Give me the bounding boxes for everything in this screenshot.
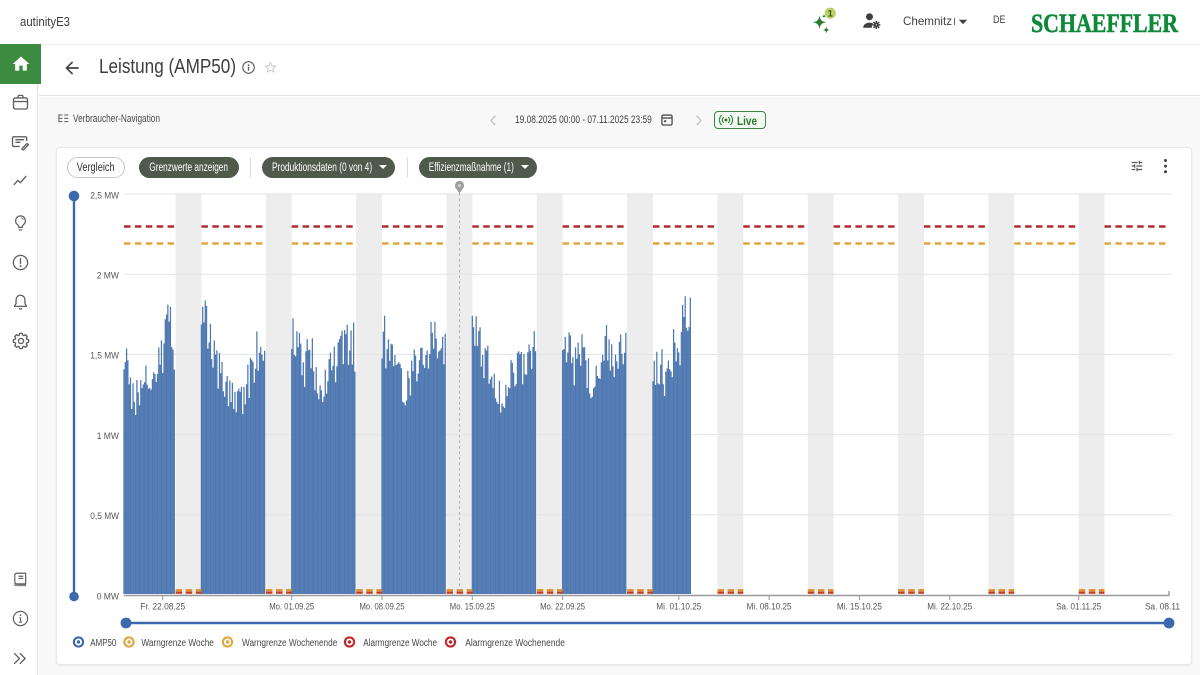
svg-text:0 MW: 0 MW [97,591,119,602]
svg-text:Alarmgrenze Wochenende: Alarmgrenze Wochenende [465,638,565,649]
svg-text:Alarmgrenze Woche: Alarmgrenze Woche [363,638,437,649]
svg-text:2 MW: 2 MW [97,271,119,282]
svg-text:Fr. 22.08.25: Fr. 22.08.25 [140,602,185,613]
svg-text:Mi. 08.10.25: Mi. 08.10.25 [747,602,792,613]
svg-text:Sa. 08.11: Sa. 08.11 [1145,602,1180,613]
svg-text:1,5 MW: 1,5 MW [90,351,119,362]
svg-text:Mo. 01.09.25: Mo. 01.09.25 [269,602,314,613]
svg-text:Mo. 22.09.25: Mo. 22.09.25 [540,602,585,613]
svg-text:Mi. 01.10.25: Mi. 01.10.25 [656,602,701,613]
svg-text:AMP50: AMP50 [90,638,116,649]
svg-text:2,5 MW: 2,5 MW [90,190,119,201]
svg-text:Mi. 22.10.25: Mi. 22.10.25 [927,602,972,613]
svg-text:Mo. 08.09.25: Mo. 08.09.25 [360,602,405,613]
svg-text:Mo. 15.09.25: Mo. 15.09.25 [450,602,495,613]
svg-text:Warngrenze Wochenende: Warngrenze Wochenende [242,638,338,649]
svg-text:1 MW: 1 MW [97,431,119,442]
svg-text:Warngrenze Woche: Warngrenze Woche [141,638,214,649]
svg-text:Sa. 01.11.25: Sa. 01.11.25 [1056,602,1101,613]
svg-text:0,5 MW: 0,5 MW [90,511,119,522]
svg-text:1: 1 [828,8,833,18]
svg-text:Mi. 15.10.25: Mi. 15.10.25 [837,602,882,613]
